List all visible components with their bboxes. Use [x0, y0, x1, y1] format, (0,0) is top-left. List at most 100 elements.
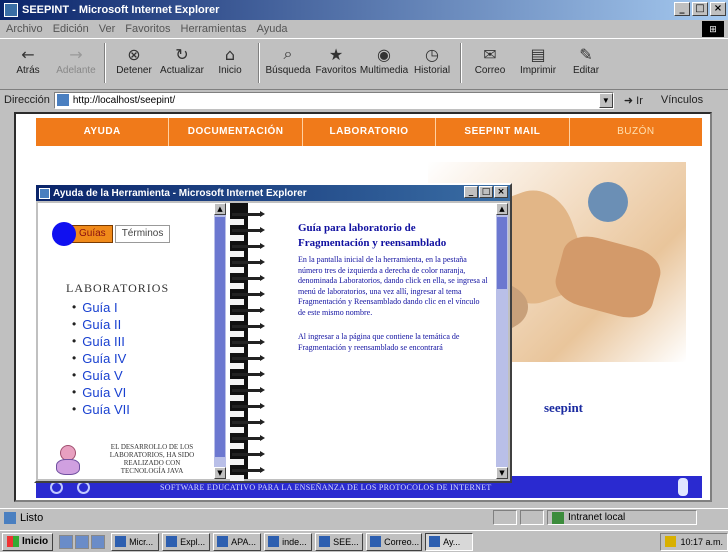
toolbar-button-editar[interactable]: ✎ Editar: [562, 39, 610, 87]
popup-minimize-button[interactable]: _: [464, 186, 478, 198]
scroll-up-arrow-icon[interactable]: ▲: [496, 203, 508, 215]
film-hole: [230, 267, 244, 273]
close-button[interactable]: ×: [710, 2, 726, 16]
taskbar-task[interactable]: Micr...: [111, 532, 160, 551]
right-scrollbar[interactable]: ▲ ▼: [496, 203, 508, 479]
toolbar-button-favoritos[interactable]: ★ Favoritos: [312, 39, 360, 87]
film-hole: [230, 379, 244, 385]
scroll-thumb[interactable]: [497, 217, 507, 289]
left-scrollbar[interactable]: ▲ ▼: [214, 203, 226, 479]
taskbar-task[interactable]: Ay...: [425, 532, 474, 551]
scroll-thumb[interactable]: [215, 217, 225, 457]
guide-link[interactable]: Guía VII: [72, 401, 130, 418]
popup-close-button[interactable]: ×: [494, 186, 508, 198]
nav-2[interactable]: LABORATORIO: [303, 118, 437, 146]
toolbar-button-adelante[interactable]: → Adelante: [52, 39, 100, 87]
address-dropdown-button[interactable]: ▼: [598, 92, 613, 108]
ruler-tick: [232, 275, 265, 281]
help-tabs: Guías Términos: [52, 222, 171, 246]
desktop-icon[interactable]: [75, 534, 90, 549]
taskbar-task[interactable]: Correo...: [366, 532, 423, 551]
toolbar-button-multimedia[interactable]: ◉ Multimedia: [360, 39, 408, 87]
ie-icon[interactable]: [59, 534, 74, 549]
toolbar-button-actualizar[interactable]: ↻ Actualizar: [158, 39, 206, 87]
scroll-down-arrow-icon[interactable]: ▼: [496, 467, 508, 479]
start-button[interactable]: Inicio: [2, 532, 54, 551]
menu-item[interactable]: Ayuda: [257, 23, 288, 35]
stop-icon: ⊗: [127, 44, 141, 64]
film-strip-divider: [230, 203, 290, 481]
scroll-up-arrow-icon[interactable]: ▲: [214, 203, 226, 215]
ruler-tick: [232, 339, 265, 345]
minimize-button[interactable]: _: [674, 2, 690, 16]
ruler-tick: [232, 435, 265, 441]
ruler-tick: [232, 403, 265, 409]
guide-link[interactable]: Guía V: [72, 367, 130, 384]
nav-3[interactable]: SEEPINT MAIL: [436, 118, 570, 146]
menu-item[interactable]: Ver: [99, 23, 116, 35]
toolbar-button-atrás[interactable]: ← Atrás: [4, 39, 52, 87]
guide-link[interactable]: Guía I: [72, 299, 130, 316]
toolbar-button-imprimir[interactable]: ▤ Imprimir: [514, 39, 562, 87]
taskbar-task[interactable]: inde...: [264, 532, 313, 551]
taskbar-task[interactable]: SEE...: [315, 532, 364, 551]
maximize-button[interactable]: □: [692, 2, 708, 16]
task-label: Expl...: [180, 536, 206, 547]
labs-heading: LABORATORIOS: [66, 281, 170, 295]
tab-terminos[interactable]: Términos: [114, 225, 171, 243]
menu-item[interactable]: Archivo: [6, 23, 43, 35]
film-hole: [230, 427, 244, 433]
menu-item[interactable]: Herramientas: [181, 23, 247, 35]
nav-0[interactable]: AYUDA: [36, 118, 170, 146]
toolbar-button-inicio[interactable]: ⌂ Inicio: [206, 39, 254, 87]
toolbar-button-detener[interactable]: ⊗ Detener: [110, 39, 158, 87]
menu-item[interactable]: Favoritos: [125, 23, 170, 35]
browser-toolbar: ← Atrás → Adelante ⊗ Detener ↻ Actualizar ⌂ Inici…: [0, 38, 728, 90]
guide-link[interactable]: Guía IV: [72, 350, 130, 367]
mail-icon: ✉: [483, 44, 497, 64]
flag-icon[interactable]: [678, 478, 688, 496]
film-hole: [230, 443, 244, 449]
quick-launch: [59, 534, 106, 549]
guide-link[interactable]: Guía VI: [72, 384, 130, 401]
popup-titlebar[interactable]: Ayuda de la Herramienta - Microsoft Inte…: [36, 185, 510, 201]
window-titlebar[interactable]: SEEPINT - Microsoft Internet Explorer _ …: [0, 0, 728, 20]
nav-1[interactable]: DOCUMENTACIÓN: [169, 118, 303, 146]
toolbar-button-correo[interactable]: ✉ Correo: [466, 39, 514, 87]
links-button[interactable]: Vínculos: [661, 94, 703, 106]
address-input[interactable]: http://localhost/seepint/ ▼: [53, 91, 614, 109]
guide-paragraph: En la pantalla inicial de la herramienta…: [298, 255, 488, 317]
page-icon: [56, 94, 69, 106]
go-button[interactable]: ➜ Ir: [624, 94, 643, 107]
nav-4[interactable]: BUZÓN: [570, 118, 702, 146]
status-bar: Listo Intranet local: [0, 508, 728, 526]
task-label: APA...: [231, 536, 256, 547]
guide-link[interactable]: Guía III: [72, 333, 130, 350]
ruler-tick: [232, 419, 265, 425]
toolbar-button-búsqueda[interactable]: ⌕ Búsqueda: [264, 39, 312, 87]
start-label: Inicio: [22, 536, 49, 547]
toolbar-button-historial[interactable]: ◷ Historial: [408, 39, 456, 87]
tab-guias[interactable]: Guías: [72, 225, 113, 243]
task-app-icon: [268, 536, 280, 547]
windows-flag-icon: [7, 536, 19, 547]
film-hole: [230, 363, 244, 369]
address-label: Dirección: [4, 94, 50, 106]
popup-maximize-button[interactable]: □: [479, 186, 493, 198]
popup-body: Guías Términos LABORATORIOS Guía IGuía I…: [38, 203, 508, 481]
scroll-down-arrow-icon[interactable]: ▼: [214, 467, 226, 479]
toolbar-button-label: Correo: [474, 65, 506, 76]
history-icon: ◷: [425, 44, 439, 64]
site-nav: AYUDA DOCUMENTACIÓN LABORATORIO SEEPINT MAI…: [36, 118, 702, 146]
tray-icon[interactable]: [665, 536, 677, 547]
film-hole: [230, 219, 244, 225]
search-icon: ⌕: [283, 44, 293, 63]
menu-item[interactable]: Edición: [53, 23, 89, 35]
taskbar-task[interactable]: Expl...: [162, 532, 211, 551]
outlook-icon[interactable]: [91, 534, 106, 549]
go-label: Ir: [636, 94, 643, 107]
guide-link[interactable]: Guía II: [72, 316, 130, 333]
film-hole: [230, 235, 244, 241]
task-app-icon: [429, 536, 441, 547]
taskbar-task[interactable]: APA...: [213, 532, 262, 551]
